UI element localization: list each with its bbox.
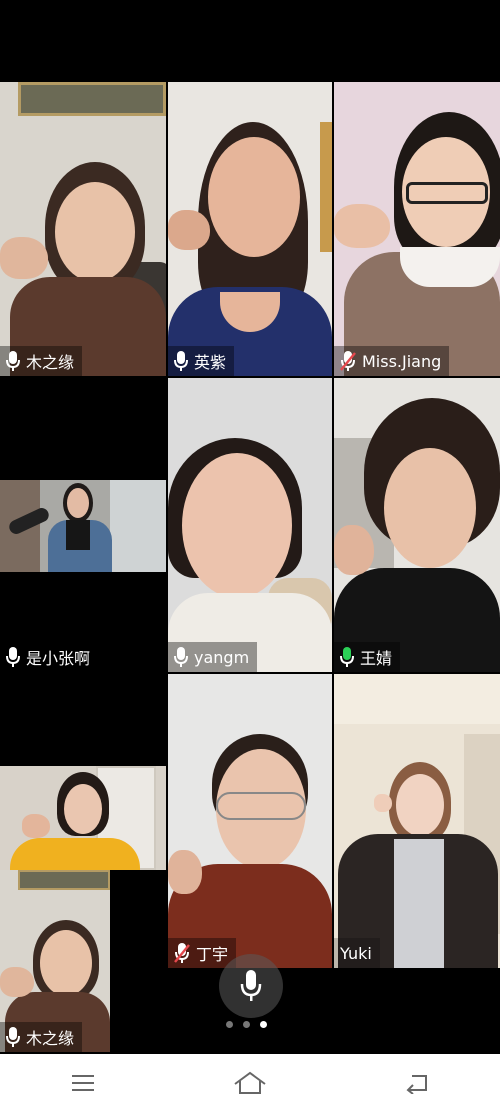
participant-label: 王婧	[334, 642, 401, 672]
participant-name: Miss.Jiang	[362, 351, 442, 371]
participant-name: 王婧	[360, 649, 393, 668]
participant-name: 是小张啊	[26, 649, 91, 668]
microphone-icon	[6, 351, 20, 371]
participant-tile-2[interactable]: 英紫	[168, 82, 332, 376]
participant-tile-1[interactable]: 木之缘	[0, 82, 166, 376]
back-button[interactable]	[387, 1063, 447, 1103]
participant-tile-4[interactable]: 是小张啊	[0, 378, 166, 672]
participant-label: 是小张啊	[0, 642, 98, 672]
participant-label: Miss.Jiang	[334, 346, 450, 376]
page-dot-1[interactable]	[226, 1021, 233, 1028]
microphone-muted-icon	[174, 943, 190, 963]
microphone-icon	[174, 351, 188, 371]
glasses	[406, 182, 488, 204]
microphone-icon	[240, 970, 262, 1001]
microphone-icon	[6, 1027, 20, 1047]
participant-name: 英紫	[194, 353, 227, 372]
microphone-icon	[174, 647, 188, 667]
participant-name: Yuki	[340, 943, 372, 963]
home-button[interactable]	[220, 1063, 280, 1103]
participant-name: 丁宇	[196, 945, 229, 964]
participant-label: 木之缘	[0, 346, 83, 376]
page-dot-2[interactable]	[243, 1021, 250, 1028]
back-icon	[406, 1074, 427, 1094]
system-navigation-bar	[0, 1054, 500, 1111]
participant-tile-3[interactable]: Miss.Jiang	[334, 82, 500, 376]
participant-label: 木之缘	[0, 1022, 83, 1052]
status-area	[0, 0, 500, 82]
participant-name: 木之缘	[26, 1029, 75, 1048]
participant-label: 英紫	[168, 346, 235, 376]
participant-label: yangm	[168, 642, 258, 672]
small-video-thumbnail[interactable]	[0, 766, 166, 870]
menu-icon	[72, 1074, 95, 1091]
microphone-button[interactable]	[219, 954, 283, 1018]
participant-tile-7[interactable]: 丁宇	[168, 674, 332, 968]
door-frame	[320, 122, 332, 252]
participant-name: 木之缘	[26, 353, 75, 372]
participant-video	[0, 480, 166, 572]
self-view-pip[interactable]: 木之缘	[0, 870, 110, 1052]
microphone-active-icon	[340, 647, 354, 667]
page-dot-3[interactable]	[260, 1021, 267, 1028]
participant-tile-8[interactable]: Yuki	[334, 674, 500, 968]
microphone-muted-icon	[340, 351, 356, 371]
microphone-icon	[6, 647, 20, 667]
page-indicator[interactable]	[226, 1021, 267, 1028]
participant-tile-5[interactable]: yangm	[168, 378, 332, 672]
participant-tile-6[interactable]: 王婧	[334, 378, 500, 672]
home-icon	[234, 1071, 266, 1094]
glasses	[216, 792, 306, 820]
participant-name: yangm	[194, 647, 250, 667]
menu-button[interactable]	[53, 1063, 113, 1103]
participant-label: 丁宇	[168, 938, 237, 968]
participant-label: Yuki	[334, 938, 380, 968]
wall-picture	[18, 82, 166, 116]
